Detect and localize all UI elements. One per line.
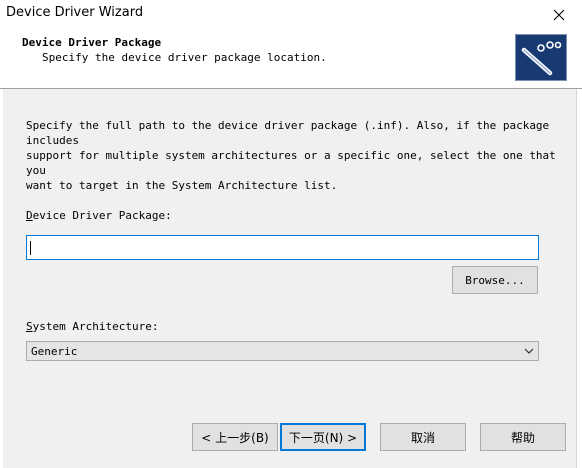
chevron-down-icon [524,348,534,354]
page-subtitle: Specify the device driver package locati… [42,51,327,64]
wizard-cable-icon [515,34,567,81]
help-button[interactable]: 帮助 [480,423,566,451]
wizard-window: Device Driver Wizard Device Driver Packa… [0,0,582,468]
back-button[interactable]: < 上一步(B) [192,423,278,451]
close-icon [553,9,565,21]
next-button[interactable]: 下一页(N) > [280,423,366,451]
text-caret [30,241,31,255]
architecture-select[interactable]: Generic [26,341,539,361]
package-path-input[interactable] [26,235,539,260]
left-edge [0,89,3,468]
cancel-button[interactable]: 取消 [380,423,466,451]
close-button[interactable] [536,0,582,30]
wizard-header: Device Driver Package Specify the device… [0,30,582,89]
browse-button[interactable]: Browse... [452,266,538,294]
architecture-label: System Architecture: [26,320,159,333]
window-title: Device Driver Wizard [6,5,144,20]
right-edge [576,89,582,468]
page-title: Device Driver Package [22,36,162,49]
package-label: Device Driver Package: [26,209,172,222]
title-bar[interactable]: Device Driver Wizard [0,0,582,30]
instructions-text: Specify the full path to the device driv… [26,119,556,192]
architecture-selected: Generic [31,345,78,358]
